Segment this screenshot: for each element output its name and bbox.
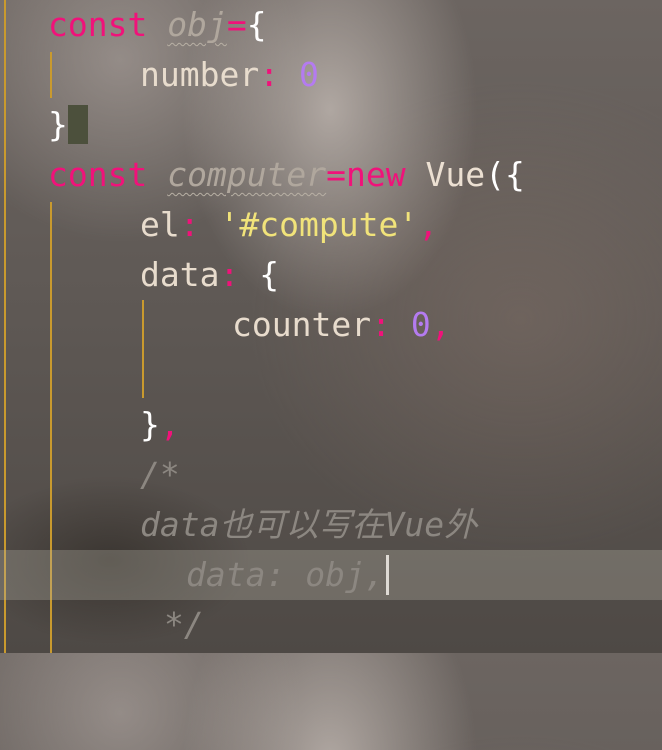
colon: :: [219, 255, 240, 294]
property-number: number: [140, 55, 260, 94]
code-line-10: /*: [0, 450, 662, 500]
identifier-computer: computer: [167, 155, 327, 194]
number-value: 0: [298, 55, 319, 94]
brace-open: {: [246, 5, 267, 44]
colon: :: [259, 55, 280, 94]
code-line-9: },: [0, 400, 662, 450]
code-line-11: data也可以写在Vue外: [0, 500, 662, 550]
text-cursor: [385, 554, 389, 595]
brace-open: {: [259, 255, 280, 294]
string-value: '#compute': [219, 205, 419, 244]
code-line-1: const obj={: [0, 0, 662, 50]
colon: :: [371, 305, 391, 344]
comment-close: */: [164, 605, 204, 644]
code-line-7: counter: 0,: [0, 300, 662, 350]
code-line-13: */: [0, 600, 662, 650]
comment-code: data: obj,: [186, 555, 385, 594]
identifier-obj: obj: [167, 5, 227, 44]
operator-assign: =: [226, 5, 247, 44]
class-vue: Vue: [425, 155, 486, 194]
code-line-12-current[interactable]: data: obj,: [0, 550, 662, 600]
keyword-const: const: [48, 155, 148, 194]
property-data: data: [140, 255, 220, 294]
property-el: el: [140, 205, 180, 244]
comment-text: data也可以写在Vue外: [140, 505, 478, 544]
code-line-6: data: {: [0, 250, 662, 300]
comma: ,: [159, 405, 180, 444]
number-value: 0: [410, 305, 431, 344]
operator-assign: =: [326, 155, 347, 194]
code-editor[interactable]: const obj={ number: 0 } const computer=n…: [0, 0, 662, 653]
code-line-3: }: [0, 100, 662, 150]
code-line-2: number: 0: [0, 50, 662, 100]
brace-close: }: [48, 105, 68, 144]
keyword-const: const: [48, 5, 148, 44]
code-line-5: el: '#compute',: [0, 200, 662, 250]
code-line-4: const computer=new Vue({: [0, 150, 662, 200]
comma: ,: [430, 305, 451, 344]
bracket-match-highlight: [67, 105, 88, 144]
comment-open: /*: [140, 455, 180, 494]
property-counter: counter: [232, 305, 372, 344]
paren-brace-open: ({: [485, 155, 525, 194]
colon: :: [179, 205, 200, 244]
comma: ,: [418, 205, 439, 244]
keyword-new: new: [346, 155, 406, 194]
brace-close: }: [140, 405, 160, 444]
